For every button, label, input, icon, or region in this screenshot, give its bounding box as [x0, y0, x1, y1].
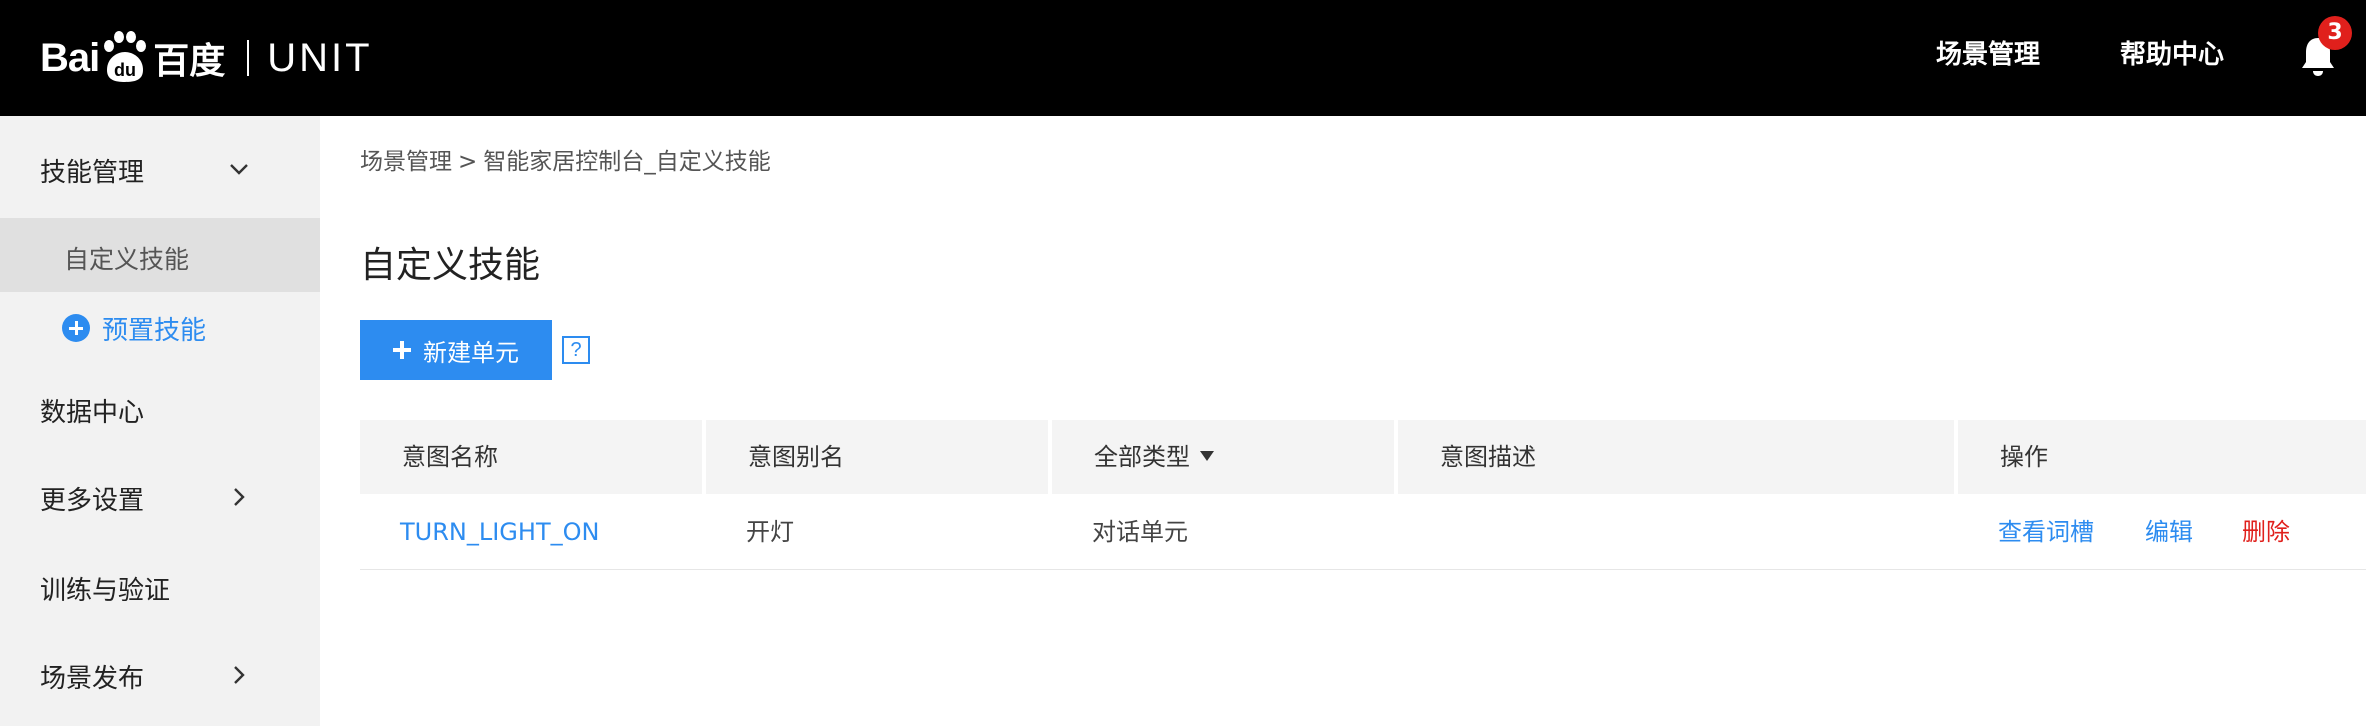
breadcrumb: 场景管理 > 智能家居控制台_自定义技能: [360, 142, 771, 176]
column-header-intent-description: 意图描述: [1440, 443, 1536, 471]
intent-name-link[interactable]: TURN_LIGHT_ON: [400, 494, 599, 570]
sidebar-item-label: 技能管理: [40, 158, 145, 188]
baidu-paw-icon: du: [101, 30, 149, 86]
svg-text:du: du: [114, 60, 136, 80]
plus-icon: [393, 341, 411, 359]
delete-link[interactable]: 删除: [2242, 494, 2290, 570]
column-header-actions: 操作: [2000, 443, 2048, 471]
page-title: 自定义技能: [360, 245, 541, 286]
table-header: 意图名称 意图别名 全部类型 意图描述 操作: [360, 420, 2366, 494]
column-header-type-filter[interactable]: 全部类型: [1052, 420, 1394, 494]
logo-product-text: UNIT: [267, 35, 373, 80]
nav-scene-management[interactable]: 场景管理: [1936, 34, 2040, 71]
sidebar-item-custom-skill[interactable]: 自定义技能: [0, 218, 320, 292]
sidebar-item-preset-skill[interactable]: 预置技能: [62, 308, 206, 348]
logo-divider: [247, 40, 250, 76]
breadcrumb-current: 智能家居控制台_自定义技能: [483, 149, 771, 175]
chevron-right-icon: [234, 666, 245, 684]
sidebar-item-label: 更多设置: [40, 486, 145, 516]
column-header-type-label: 全部类型: [1094, 443, 1190, 471]
sidebar-item-data-center[interactable]: 数据中心: [0, 370, 320, 446]
sidebar-item-label: 训练与验证: [40, 576, 171, 606]
sidebar-item-scene-publish[interactable]: 场景发布: [0, 636, 320, 712]
logo-cn-text: 百度: [153, 41, 226, 82]
sidebar: 技能管理 自定义技能 预置技能 数据中心 更多设置 训练与验证 场景发布: [0, 116, 320, 726]
breadcrumb-root[interactable]: 场景管理: [360, 149, 452, 175]
sidebar-item-label: 场景发布: [40, 664, 145, 694]
sidebar-item-skill-management[interactable]: 技能管理: [0, 130, 320, 206]
table-row: TURN_LIGHT_ON 开灯 对话单元 查看词槽 编辑 删除: [360, 494, 2366, 570]
notification-badge: 3: [2318, 16, 2352, 50]
intent-table: 意图名称 意图别名 全部类型 意图描述 操作 TURN_LIGHT_ON 开灯 …: [360, 420, 2366, 570]
chevron-right-icon: [234, 488, 245, 506]
baidu-unit-logo[interactable]: Bai du 百度 UNIT: [40, 24, 373, 92]
sidebar-item-label: 自定义技能: [64, 245, 190, 274]
column-header-intent-name: 意图名称: [402, 443, 498, 471]
view-slots-link[interactable]: 查看词槽: [1998, 494, 2094, 570]
caret-down-icon[interactable]: [1200, 451, 1214, 461]
logo-bai-text: Bai: [40, 35, 100, 80]
sidebar-item-more-settings[interactable]: 更多设置: [0, 458, 320, 534]
top-bar: Bai du 百度 UNIT 场景管理 帮助中心 3: [0, 0, 2366, 116]
sidebar-item-label: 预置技能: [102, 315, 207, 346]
sidebar-item-train-validate[interactable]: 训练与验证: [0, 548, 320, 624]
intent-type-cell: 对话单元: [1092, 518, 1188, 546]
add-circle-icon: [62, 314, 90, 342]
help-icon[interactable]: ?: [562, 336, 590, 364]
intent-alias-cell: 开灯: [746, 518, 794, 546]
new-unit-label: 新建单元: [423, 338, 519, 367]
nav-help-center[interactable]: 帮助中心: [2120, 34, 2224, 71]
edit-link[interactable]: 编辑: [2145, 494, 2193, 570]
new-unit-button[interactable]: 新建单元: [360, 320, 552, 380]
sidebar-item-label: 数据中心: [40, 398, 145, 428]
column-header-intent-alias: 意图别名: [748, 443, 844, 471]
chevron-down-icon: [230, 164, 248, 175]
breadcrumb-separator: >: [458, 149, 478, 175]
